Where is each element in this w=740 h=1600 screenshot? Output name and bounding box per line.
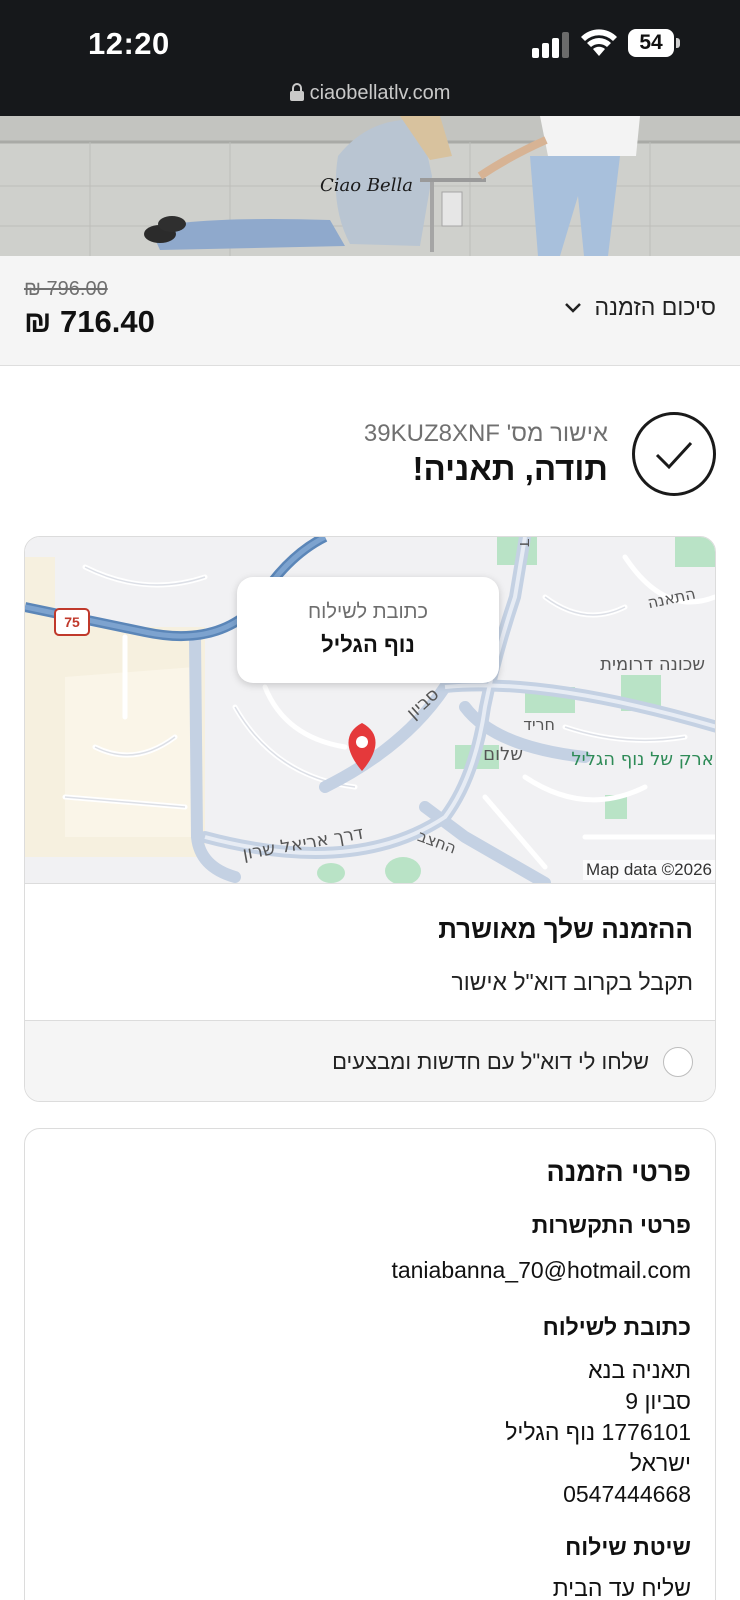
banner-photo: Ciao Bella (0, 116, 740, 256)
chevron-down-icon (565, 302, 582, 313)
newsletter-option[interactable]: שלחו לי דוא"ל עם חדשות ומבצעים (25, 1021, 715, 1101)
order-confirmed-title: ההזמנה שלך מאושרת (438, 914, 693, 944)
wifi-icon (581, 29, 617, 56)
shipping-map-card: 75 דרך אריאל שרון סביון שלום חריד החצב ש… (24, 536, 716, 1102)
confirmation-number: אישור מס' 39KUZ8XNF (363, 420, 608, 447)
contact-email: taniabanna_70@hotmail.com (391, 1257, 691, 1283)
total-price: ₪ 716.40 (24, 304, 155, 339)
address-name: תאניה בנא (588, 1357, 691, 1383)
map-attribution: Map data ©2026 (583, 860, 715, 880)
order-confirmed-subtitle: תקבל בקרוב דוא"ל אישור (451, 969, 693, 995)
lock-icon (289, 83, 304, 101)
shipping-address: תאניה בנא סביון 9 1776101 נוף הגליל ישרא… (49, 1355, 691, 1510)
bubble-city: נוף הגליל (321, 632, 415, 657)
address-phone: 0547444668 (563, 1481, 691, 1507)
original-price: ₪ 796.00 (24, 278, 108, 300)
battery-icon: 54 (628, 29, 680, 57)
thank-you-heading: תודה, תאניה! (412, 450, 608, 487)
newsletter-label: שלחו לי דוא"ל עם חדשות ומבצעים (332, 1049, 649, 1074)
address-city: 1776101 נוף הגליל (505, 1419, 691, 1445)
map-label-park: פארק של נוף הגליל (571, 749, 716, 770)
bubble-label: כתובת לשילוח (308, 601, 428, 623)
url-text: ciaobellatlv.com (309, 82, 451, 104)
shipping-method: שליח עד הבית (552, 1575, 691, 1600)
battery-level: 54 (628, 29, 674, 57)
cellular-signal-icon (532, 32, 569, 58)
order-details-card: פרטי הזמנה פרטי התקשרות taniabanna_70@ho… (24, 1128, 716, 1600)
status-time: 12:20 (88, 26, 170, 61)
shipping-address-heading: כתובת לשילוח (542, 1314, 691, 1340)
summary-label: סיכום הזמנה (594, 294, 716, 320)
map-label-shalom: שלום (483, 744, 523, 765)
store-logo: Ciao Bella (320, 175, 413, 196)
address-street: סביון 9 (625, 1388, 691, 1414)
store-banner: Ciao Bella (0, 116, 740, 256)
shipping-address-bubble: כתובת לשילוח נוף הגליל (237, 577, 499, 683)
shipping-method-heading: שיטת שילוח (565, 1534, 691, 1560)
order-summary-bar[interactable]: ₪ 796.00 ₪ 716.40 סיכום הזמנה (0, 256, 740, 366)
contact-heading: פרטי התקשרות (531, 1212, 691, 1238)
map-label-derech-arel: דרך אראל (516, 537, 535, 547)
road-sign-75: 75 (64, 614, 80, 630)
checkmark-icon (632, 412, 716, 496)
order-confirmed-section: ההזמנה שלך מאושרת תקבל בקרוב דוא"ל אישור (25, 883, 715, 1021)
newsletter-checkbox[interactable] (663, 1047, 693, 1077)
order-details-title: פרטי הזמנה (546, 1157, 691, 1187)
address-country: ישראל (629, 1450, 691, 1476)
map-label-harid: חריד (523, 715, 555, 734)
map-label-south-neighborhood: שכונה דרומית (600, 654, 705, 675)
summary-toggle[interactable]: סיכום הזמנה (564, 294, 716, 321)
url-bar[interactable]: ciaobellatlv.com (0, 82, 740, 105)
shipping-map[interactable]: 75 דרך אריאל שרון סביון שלום חריד החצב ש… (25, 537, 716, 883)
status-bar: 12:20 54 ciaobellatlv.com (0, 0, 740, 116)
